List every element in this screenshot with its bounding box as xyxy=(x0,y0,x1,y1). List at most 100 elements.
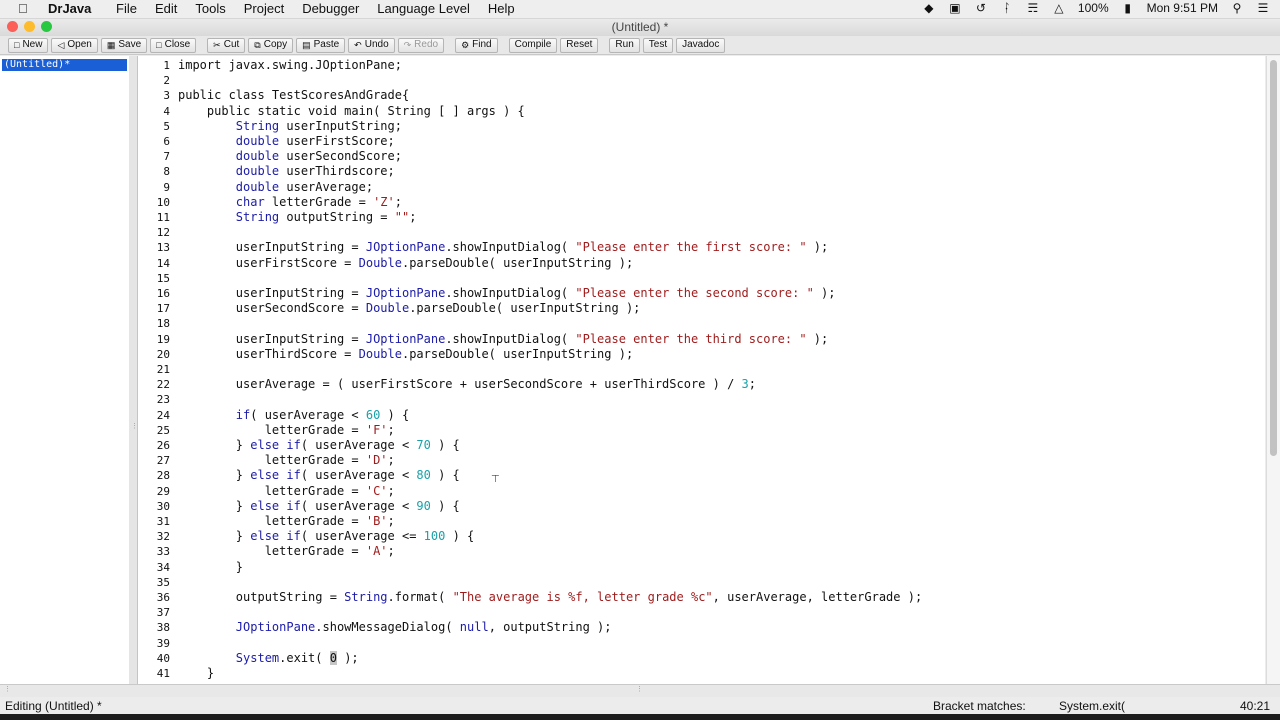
code-token: letterGrade = xyxy=(264,194,374,209)
code-editor[interactable]: 1 import javax.swing.JOptionPane; 2 3 public… xyxy=(138,56,1265,684)
app-menu[interactable]: DrJava xyxy=(48,1,91,16)
code-line[interactable]: 4 public static void main( String [ ] ar… xyxy=(138,104,1258,119)
code-line[interactable]: 11 String outputString = ""; xyxy=(138,210,1258,225)
code-line[interactable]: 9 double userAverage; xyxy=(138,180,1258,195)
apple-icon[interactable]:  xyxy=(18,1,28,16)
redo-button[interactable]: ↷ Redo xyxy=(397,37,445,53)
code-line[interactable]: 34 } xyxy=(138,560,1258,575)
code-line[interactable]: 23 xyxy=(138,392,1258,407)
code-line[interactable]: 2 xyxy=(138,73,1258,88)
menu-tools[interactable]: Tools xyxy=(186,1,234,16)
paste-button[interactable]: ▤ Paste xyxy=(296,37,346,53)
code-line[interactable]: 14 userFirstScore = Double.parseDouble( … xyxy=(138,256,1258,271)
timemachine-icon[interactable]: ↺ xyxy=(974,2,988,14)
code-line[interactable]: 19 userInputString = JOptionPane.showInp… xyxy=(138,332,1258,347)
code-line[interactable]: 37 xyxy=(138,605,1258,620)
search-icon[interactable]: ⚲ xyxy=(1230,2,1244,14)
code-line[interactable]: 5 String userInputString; xyxy=(138,119,1258,134)
line-number: 32 xyxy=(156,530,170,544)
code-line[interactable]: 17 userSecondScore = Double.parseDouble(… xyxy=(138,301,1258,316)
code-line[interactable]: 31 letterGrade = 'B'; xyxy=(138,514,1258,529)
code-line[interactable]: 36 outputString = String.format( "The av… xyxy=(138,590,1258,605)
code-text: userFirstScore = Double.parseDouble( use… xyxy=(178,256,633,271)
code-line[interactable]: 27 letterGrade = 'D'; xyxy=(138,453,1258,468)
code-line[interactable]: 30 } else if( userAverage < 90 ) { xyxy=(138,499,1258,514)
code-line[interactable]: 18 xyxy=(138,316,1258,331)
bracket-matches-value: System.exit( xyxy=(1059,699,1126,713)
code-line[interactable]: 20 userThirdScore = Double.parseDouble( … xyxy=(138,347,1258,362)
code-text: } xyxy=(178,666,214,681)
vertical-scrollbar[interactable] xyxy=(1266,56,1280,684)
vertical-splitter[interactable]: ⋮ xyxy=(129,56,138,684)
code-token: JOptionPane xyxy=(365,240,446,255)
code-token: "Please enter the second score: " xyxy=(575,286,814,300)
dropbox-icon[interactable]: ◆ xyxy=(922,2,936,14)
code-line[interactable]: 26 } else if( userAverage < 70 ) { xyxy=(138,438,1258,453)
code-line[interactable]: 39 xyxy=(138,636,1258,651)
code-line[interactable]: 12 xyxy=(138,225,1258,240)
compile-button[interactable]: Compile xyxy=(508,37,558,53)
code-line[interactable]: 35 xyxy=(138,575,1258,590)
menu-file[interactable]: File xyxy=(107,1,146,16)
menu-help[interactable]: Help xyxy=(479,1,524,16)
code-line[interactable]: 29 letterGrade = 'C'; xyxy=(138,484,1258,499)
code-line[interactable]: 7 double userSecondScore; xyxy=(138,149,1258,164)
new-button[interactable]: □ New xyxy=(8,37,49,53)
code-token: ( userAverage < xyxy=(300,498,417,513)
copy-button[interactable]: ⧉ Copy xyxy=(248,37,294,53)
close-button[interactable]: □ Close xyxy=(150,37,197,53)
reset-button[interactable]: Reset xyxy=(560,37,599,53)
screen-record-icon[interactable]: ▣ xyxy=(948,2,962,14)
code-line[interactable]: 1 import javax.swing.JOptionPane; xyxy=(138,58,1258,73)
code-line[interactable]: 8 double userThirdscore; xyxy=(138,164,1258,179)
javadoc-button[interactable]: Javadoc xyxy=(676,37,726,53)
code-line[interactable]: 25 letterGrade = 'F'; xyxy=(138,423,1258,438)
code-token: 70 xyxy=(416,438,431,452)
battery-percent[interactable]: 100% xyxy=(1078,1,1109,15)
code-line[interactable]: 32 } else if( userAverage <= 100 ) { xyxy=(138,529,1258,544)
code-text: letterGrade = 'D'; xyxy=(178,453,395,468)
code-token: .showInputDialog( xyxy=(445,286,576,300)
code-line[interactable]: 15 xyxy=(138,271,1258,286)
code-line[interactable]: 16 userInputString = JOptionPane.showInp… xyxy=(138,286,1258,301)
code-text: } else if( userAverage < 90 ) { xyxy=(178,499,460,514)
scrollbar-thumb[interactable] xyxy=(1270,60,1277,456)
code-line[interactable]: 28 } else if( userAverage < 80 ) { xyxy=(138,468,1258,483)
code-line[interactable]: 38 JOptionPane.showMessageDialog( null, … xyxy=(138,620,1258,635)
code-token: userSecondScore = xyxy=(178,301,366,316)
open-button[interactable]: ◁ Open xyxy=(51,37,98,53)
code-line[interactable]: 40 System.exit( 0 ); xyxy=(138,650,1258,666)
code-text: char letterGrade = 'Z'; xyxy=(178,195,402,210)
run-button[interactable]: Run xyxy=(609,37,640,53)
notification-center-icon[interactable]: ☰ xyxy=(1256,2,1270,14)
code-line[interactable]: 41 } xyxy=(138,666,1258,681)
horizontal-splitter[interactable]: ⋮ ⋮ xyxy=(0,684,1280,697)
clock[interactable]: Mon 9:51 PM xyxy=(1147,1,1218,15)
find-button[interactable]: ⚙ Find xyxy=(455,37,498,53)
test-button[interactable]: Test xyxy=(642,37,674,53)
code-line[interactable]: 13 userInputString = JOptionPane.showInp… xyxy=(138,240,1258,255)
code-token: .parseDouble( userInputString ); xyxy=(401,255,634,270)
code-token: ( userAverage < xyxy=(300,438,417,452)
save-button[interactable]: ▦ Save xyxy=(100,37,148,53)
wifi-icon[interactable]: ☴ xyxy=(1026,2,1040,14)
document-item-untitled[interactable]: (Untitled)* xyxy=(2,59,127,71)
menu-project[interactable]: Project xyxy=(235,1,293,16)
code-line[interactable]: 6 double userFirstScore; xyxy=(138,134,1258,149)
cut-button[interactable]: ✂ Cut xyxy=(207,37,246,53)
code-line[interactable]: 10 char letterGrade = 'Z'; xyxy=(138,195,1258,210)
code-line[interactable]: 22 userAverage = ( userFirstScore + user… xyxy=(138,377,1258,392)
code-token: , outputString ); xyxy=(488,620,612,635)
code-line[interactable]: 24 if( userAverage < 60 ) { xyxy=(138,408,1258,423)
code-token: } xyxy=(178,559,244,574)
code-line[interactable]: 21 xyxy=(138,362,1258,377)
battery-icon[interactable]: ▮ xyxy=(1121,2,1135,14)
code-line[interactable]: 33 letterGrade = 'A'; xyxy=(138,544,1258,559)
airplay-icon[interactable]: △ xyxy=(1052,2,1066,14)
menu-edit[interactable]: Edit xyxy=(146,1,186,16)
menu-language-level[interactable]: Language Level xyxy=(368,1,479,16)
undo-button[interactable]: ↶ Undo xyxy=(348,37,395,53)
bluetooth-icon[interactable]: ᛛ xyxy=(1000,2,1014,14)
menu-debugger[interactable]: Debugger xyxy=(293,1,368,16)
code-line[interactable]: 3 public class TestScoresAndGrade{ xyxy=(138,88,1258,103)
